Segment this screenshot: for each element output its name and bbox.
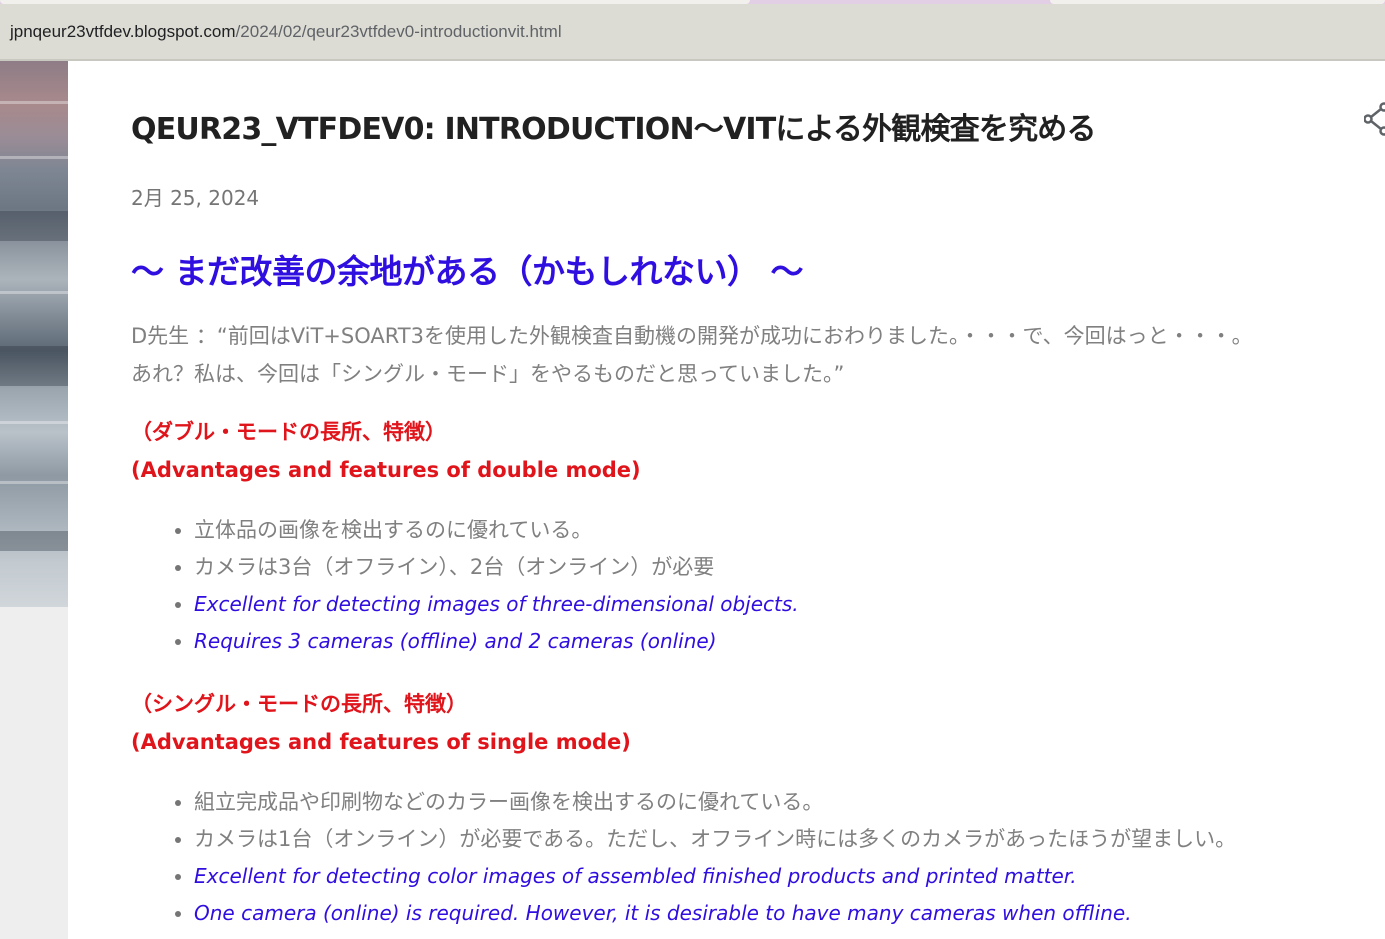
url-path: /2024/02/qeur23vtfdev0-introductionvit.h… [235, 22, 562, 41]
url-text[interactable]: jpnqeur23vtfdev.blogspot.com/2024/02/qeu… [10, 22, 562, 42]
dialogue-paragraph: D先生 ：“前回はViT+SOART3を使用した外観検査自動機の開発が成功におわ… [131, 317, 1385, 393]
share-icon[interactable] [1364, 100, 1385, 138]
double-mode-heading: （ダブル・モードの長所、特徴） (Advantages and features… [131, 413, 641, 489]
list-item: Excellent for detecting images of three-… [194, 586, 1385, 623]
list-item: Requires 3 cameras (offline) and 2 camer… [194, 623, 1385, 660]
double-mode-list: 立体品の画像を検出するのに優れている。 カメラは3台（オフライン）、2台（オンラ… [172, 512, 1385, 660]
list-item: One camera (online) is required. However… [194, 895, 1385, 932]
single-mode-heading-en: (Advantages and features of single mode) [131, 730, 631, 754]
double-mode-heading-en: (Advantages and features of double mode) [131, 458, 641, 482]
list-item: カメラは3台（オフライン）、2台（オンライン）が必要 [194, 549, 1385, 586]
double-mode-heading-jp: （ダブル・モードの長所、特徴） [131, 420, 446, 444]
post-title[interactable]: QEUR23_VTFDEV0: INTRODUCTION～VITによる外観検査を… [131, 104, 1097, 148]
single-mode-heading: （シングル・モードの長所、特徴） (Advantages and feature… [131, 685, 631, 761]
post-headline: ～ まだ改善の余地がある（かもしれない） ～ [131, 252, 803, 291]
dialogue-line: あれ？私は、今回は「シングル・モード」をやるものだと思っていました。” [131, 362, 845, 386]
list-item: 立体品の画像を検出するのに優れている。 [194, 512, 1385, 549]
url-host: jpnqeur23vtfdev.blogspot.com [10, 22, 236, 41]
single-mode-list: 組立完成品や印刷物などのカラー画像を検出するのに優れている。 カメラは1台（オン… [172, 784, 1385, 932]
list-item: 組立完成品や印刷物などのカラー画像を検出するのに優れている。 [194, 784, 1385, 821]
single-mode-heading-jp: （シングル・モードの長所、特徴） [131, 692, 467, 716]
list-item: カメラは1台（オンライン）が必要である。ただし、オフライン時には多くのカメラがあ… [194, 821, 1385, 858]
dialogue-line: D先生 ：“前回はViT+SOART3を使用した外観検査自動機の開発が成功におわ… [131, 324, 1253, 348]
list-item: Excellent for detecting color images of … [194, 858, 1385, 895]
blog-background-image [0, 61, 68, 607]
post-date[interactable]: 2月 25, 2024 [131, 182, 259, 211]
address-bar[interactable]: jpnqeur23vtfdev.blogspot.com/2024/02/qeu… [0, 4, 1385, 61]
